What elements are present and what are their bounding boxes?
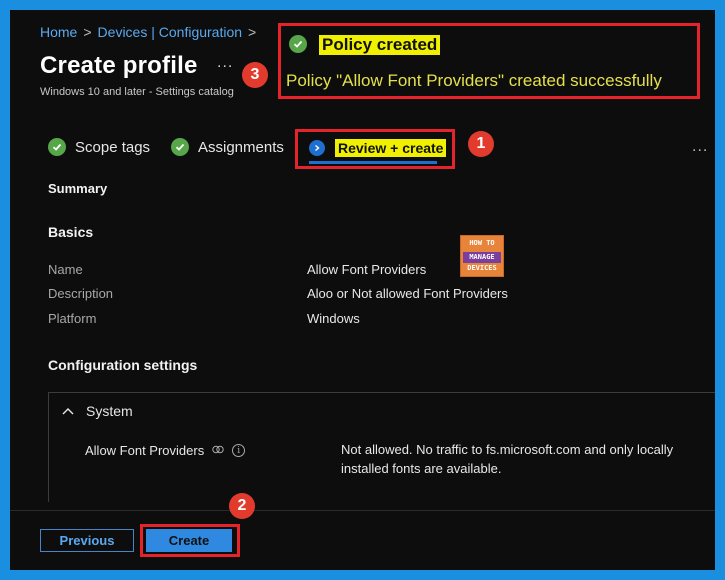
- chevron-up-icon: [62, 408, 74, 415]
- breadcrumb: Home > Devices | Configuration >: [40, 24, 262, 40]
- info-icon[interactable]: i: [232, 444, 246, 457]
- footer-divider: [10, 510, 715, 511]
- tab-label: Assignments: [198, 138, 284, 156]
- platform-label: Platform: [48, 311, 97, 326]
- logo-line-1: HOW TO: [469, 239, 495, 247]
- settings-link-icon[interactable]: [212, 444, 224, 458]
- previous-button[interactable]: Previous: [40, 529, 134, 552]
- create-button[interactable]: Create: [146, 529, 232, 552]
- breadcrumb-home[interactable]: Home: [40, 24, 77, 40]
- name-value: Allow Font Providers: [307, 262, 427, 277]
- breadcrumb-devices-configuration[interactable]: Devices | Configuration: [98, 24, 242, 40]
- portal-frame: Home > Devices | Configuration > Create pro…: [10, 10, 715, 570]
- divider: [48, 392, 715, 393]
- summary-heading: Summary: [48, 181, 108, 196]
- callout-3: 3: [242, 62, 268, 88]
- tab-scope-tags[interactable]: Scope tags: [48, 138, 150, 156]
- current-step-icon: [309, 140, 325, 156]
- tab-label: Scope tags: [75, 138, 151, 156]
- breadcrumb-chevron-icon: >: [83, 24, 92, 40]
- page-title: Create profile: [40, 52, 198, 79]
- logo-line-3: DEVICES: [467, 264, 497, 272]
- policy-created-notification: Policy created Policy "Allow Font Provid…: [278, 23, 700, 99]
- description-label: Description: [48, 286, 114, 301]
- active-tab-underline: [309, 161, 437, 164]
- tab-label: Review + create: [335, 139, 447, 157]
- notification-message: Policy "Allow Font Providers" created su…: [286, 71, 662, 90]
- callout-2: 2: [229, 493, 255, 519]
- platform-value: Windows: [307, 311, 360, 326]
- breadcrumb-chevron-icon: >: [248, 24, 257, 40]
- how-to-manage-devices-logo: HOW TO MANAGE DEVICES: [460, 235, 504, 277]
- group-border: [48, 392, 49, 502]
- description-value: Aloo or Not allowed Font Providers: [307, 286, 508, 301]
- more-tabs-icon[interactable]: ...: [692, 138, 708, 156]
- callout-1: 1: [468, 131, 494, 157]
- system-group-toggle[interactable]: System: [62, 403, 133, 419]
- check-icon: [171, 138, 189, 156]
- success-check-icon: [289, 35, 307, 53]
- page-subtitle: Windows 10 and later - Settings catalog: [40, 86, 234, 98]
- basics-heading: Basics: [48, 224, 94, 240]
- check-icon: [48, 138, 66, 156]
- setting-row-name: Allow Font Providers i: [85, 443, 246, 458]
- tab-assignments[interactable]: Assignments: [171, 138, 284, 156]
- tab-review-create[interactable]: Review + create: [309, 139, 447, 157]
- name-label: Name: [48, 262, 83, 277]
- setting-value: Not allowed. No traffic to fs.microsoft.…: [341, 442, 674, 476]
- more-options-icon[interactable]: ...: [217, 54, 233, 72]
- configuration-settings-heading: Configuration settings: [48, 357, 198, 373]
- group-label: System: [86, 403, 133, 419]
- logo-line-2: MANAGE: [463, 252, 501, 263]
- notification-title: Policy created: [319, 35, 441, 55]
- setting-name: Allow Font Providers: [85, 443, 205, 458]
